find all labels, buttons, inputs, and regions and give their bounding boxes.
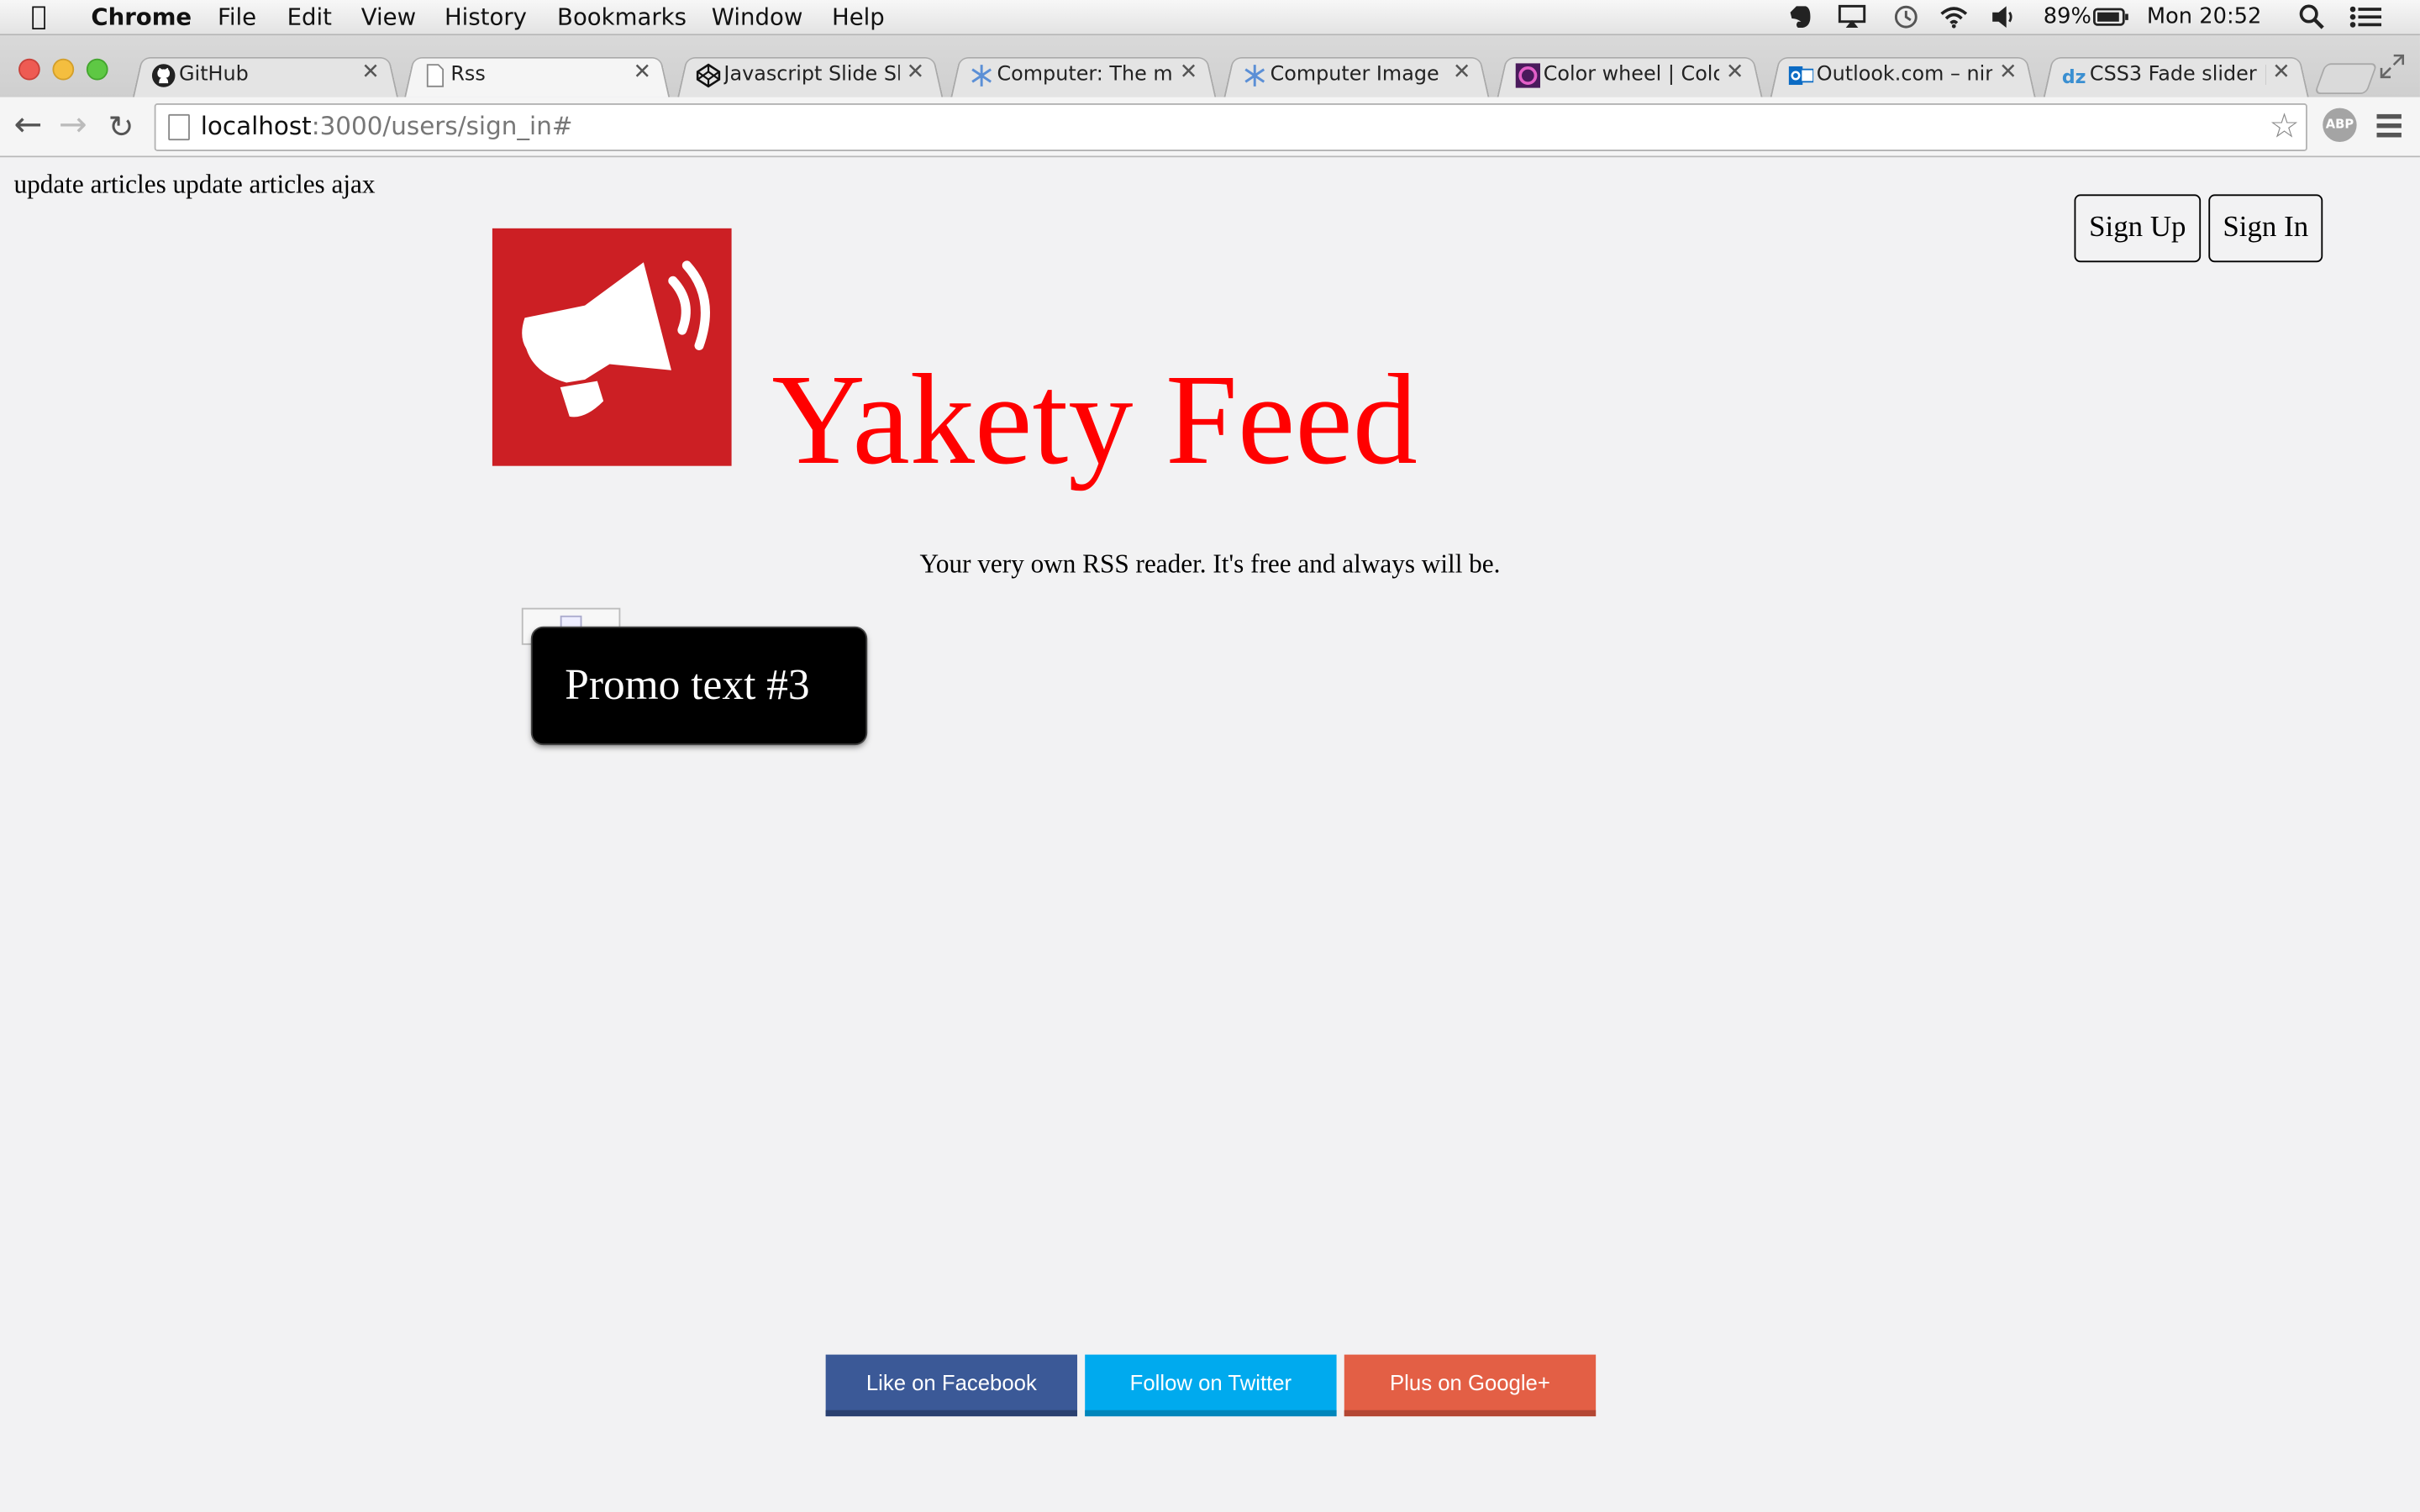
tab-title: Computer Image #0 — [1270, 63, 1446, 87]
svg-text:dz: dz — [2062, 67, 2086, 88]
tab-title: Javascript Slide Show — [723, 63, 899, 87]
menu-app-name[interactable]: Chrome — [91, 0, 192, 35]
megaphone-icon — [522, 260, 710, 417]
battery-percent: 89% — [2043, 4, 2091, 29]
page-content: update articles update articles ajax Sig… — [0, 157, 2420, 1512]
snowflake-icon — [971, 65, 992, 87]
sign-up-button[interactable]: Sign Up — [2074, 194, 2202, 263]
adblock-plus-icon[interactable]: ABP — [2323, 108, 2357, 142]
tab-computer-image[interactable]: Computer Image #0 ✕ — [1223, 54, 1490, 97]
sign-in-button[interactable]: Sign In — [2208, 194, 2323, 263]
tab-computer-meaning[interactable]: Computer: The mear ✕ — [950, 54, 1217, 97]
minimize-window-button[interactable] — [52, 58, 75, 81]
close-tab-icon[interactable]: ✕ — [361, 60, 380, 85]
menu-file[interactable]: File — [218, 0, 256, 35]
macos-menu-bar:  Chrome File Edit View History Bookmark… — [0, 0, 2420, 36]
forward-arrow-icon[interactable]: → — [59, 107, 87, 147]
github-icon — [151, 64, 176, 87]
menu-help[interactable]: Help — [832, 0, 885, 35]
screen:  Chrome File Edit View History Bookmark… — [0, 0, 2420, 1512]
menu-bookmarks[interactable]: Bookmarks — [557, 0, 687, 35]
address-url[interactable]: localhost:3000/users/sign_in# — [201, 111, 573, 140]
menu-history[interactable]: History — [445, 0, 527, 35]
menu-edit[interactable]: Edit — [287, 0, 332, 35]
tab-title: Computer: The mear — [997, 63, 1173, 87]
close-tab-icon[interactable]: ✕ — [1453, 60, 1471, 85]
back-arrow-icon[interactable]: ← — [14, 107, 43, 147]
time-machine-icon[interactable] — [1892, 5, 1920, 29]
tagline: Your very own RSS reader. It's free and … — [919, 549, 1501, 579]
menu-window[interactable]: Window — [712, 0, 803, 35]
tab-title: CSS3 Fade slider | W — [2089, 63, 2265, 87]
page-icon — [426, 64, 445, 87]
color-wheel-icon — [1515, 63, 1541, 88]
close-window-button[interactable] — [18, 58, 40, 81]
codepen-icon — [696, 63, 721, 88]
tab-rss[interactable]: Rss ✕ — [404, 54, 671, 97]
tab-css3-fade-slider[interactable]: dz CSS3 Fade slider | W ✕ — [2043, 54, 2309, 97]
menu-clock[interactable]: Mon 20:52 — [2147, 0, 2262, 35]
fullscreen-icon[interactable] — [2380, 54, 2405, 79]
google-plus-button[interactable]: Plus on Google+ — [1344, 1354, 1597, 1417]
tab-color-wheel[interactable]: Color wheel | Color s ✕ — [1497, 54, 1763, 97]
address-bar[interactable]: localhost:3000/users/sign_in# ☆ — [154, 103, 2307, 151]
bookmark-star-icon[interactable]: ☆ — [2269, 107, 2299, 147]
tab-title: Rss — [450, 63, 486, 87]
tab-strip: GitHub ✕ Rss ✕ Javascript Slide Show ✕ C… — [0, 35, 2420, 97]
close-tab-icon[interactable]: ✕ — [634, 60, 652, 85]
tab-title: Color wheel | Color s — [1543, 63, 1719, 87]
close-tab-icon[interactable]: ✕ — [907, 60, 925, 85]
facebook-like-button[interactable]: Like on Facebook — [825, 1354, 1078, 1417]
update-articles-text: update articles update articles ajax — [13, 170, 376, 199]
notification-list-icon[interactable] — [2349, 5, 2382, 29]
close-tab-icon[interactable]: ✕ — [1999, 60, 2018, 85]
outlook-icon — [1788, 66, 1814, 86]
tab-title: Outlook.com – nirajv — [1816, 63, 1993, 87]
yakety-feed-logo — [492, 228, 732, 466]
tab-title: GitHub — [179, 63, 249, 87]
new-tab-button[interactable] — [2313, 63, 2378, 95]
battery-icon[interactable] — [2093, 5, 2130, 29]
zoom-window-button[interactable] — [86, 58, 108, 81]
reload-icon[interactable]: ↻ — [108, 107, 134, 147]
tab-github[interactable]: GitHub ✕ — [132, 54, 398, 97]
close-tab-icon[interactable]: ✕ — [2272, 60, 2291, 85]
airplay-icon[interactable] — [1838, 4, 1866, 29]
page-icon — [168, 113, 190, 141]
promo-slide: Promo text #3 — [532, 627, 866, 744]
close-tab-icon[interactable]: ✕ — [1180, 60, 1198, 85]
close-tab-icon[interactable]: ✕ — [1726, 60, 1744, 85]
tab-javascript-slide-show[interactable]: Javascript Slide Show ✕ — [677, 54, 944, 97]
snowflake-icon — [1244, 65, 1265, 87]
tab-outlook[interactable]: Outlook.com – nirajv ✕ — [1770, 54, 2036, 97]
chrome-menu-icon[interactable] — [2376, 113, 2402, 142]
volume-icon[interactable] — [1991, 5, 2018, 29]
browser-toolbar: ← → ↻ localhost:3000/users/sign_in# ☆ AB… — [0, 97, 2420, 158]
menu-view[interactable]: View — [361, 0, 416, 35]
spotlight-icon[interactable] — [2298, 4, 2326, 29]
wifi-icon[interactable] — [1940, 5, 1968, 29]
evernote-icon[interactable] — [1786, 5, 1813, 29]
brand-title: Yakety Feed — [771, 349, 1418, 492]
apple-menu-icon[interactable]:  — [31, 0, 47, 34]
twitter-follow-button[interactable]: Follow on Twitter — [1085, 1354, 1337, 1417]
dzone-icon: dz — [2062, 67, 2086, 88]
